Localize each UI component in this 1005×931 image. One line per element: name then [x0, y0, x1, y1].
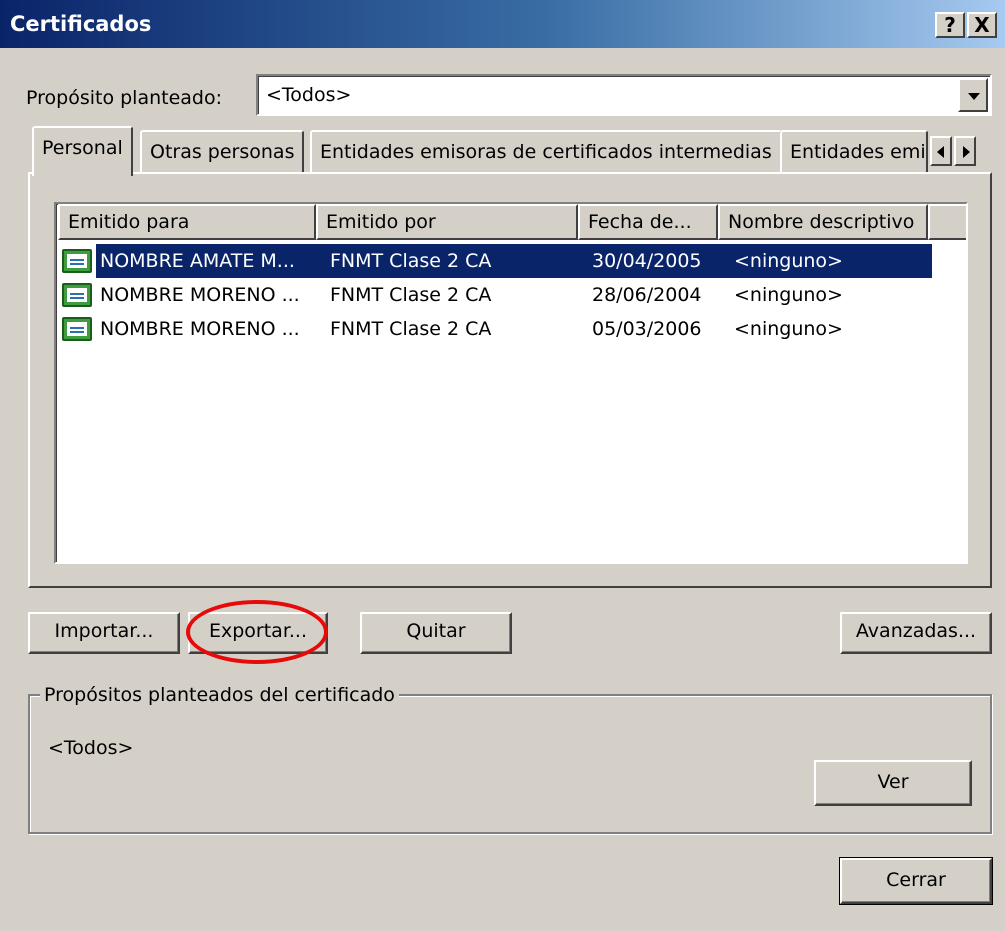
column-header-friendly-name[interactable]: Nombre descriptivo	[718, 204, 928, 240]
import-button[interactable]: Importar...	[28, 612, 180, 654]
certificate-list[interactable]: Emitido para Emitido por Fecha de... Nom…	[54, 202, 968, 564]
table-row[interactable]: NOMBRE AMATE M... FNMT Clase 2 CA 30/04/…	[58, 244, 934, 278]
purpose-label: Propósito planteado:	[26, 87, 223, 109]
help-icon: ?	[944, 13, 956, 37]
cell-friendly-name: <ninguno>	[734, 318, 843, 340]
certificate-icon	[62, 249, 92, 273]
dropdown-arrow-button[interactable]	[958, 78, 988, 112]
arrow-right-icon	[963, 146, 970, 158]
tab-scroll-right-button[interactable]	[954, 136, 976, 166]
purpose-value: <Todos>	[266, 84, 352, 106]
column-header-issued-by[interactable]: Emitido por	[316, 204, 578, 240]
column-header-date[interactable]: Fecha de...	[578, 204, 718, 240]
tab-entidades-emisoras[interactable]: Entidades emi	[780, 130, 928, 174]
title-bar[interactable]: Certificados ? X	[0, 0, 1005, 48]
certificate-purposes-value: <Todos>	[48, 737, 134, 759]
certificate-icon	[62, 283, 92, 307]
certificate-purposes-legend: Propósitos planteados del certificado	[40, 683, 399, 707]
close-button[interactable]: Cerrar	[840, 858, 992, 904]
cell-date: 30/04/2005	[592, 250, 702, 272]
cell-issued-to: NOMBRE AMATE M...	[100, 250, 295, 272]
tab-personal[interactable]: Personal	[32, 126, 133, 176]
table-row[interactable]: NOMBRE MORENO ... FNMT Clase 2 CA 05/03/…	[58, 312, 934, 346]
cell-issued-by: FNMT Clase 2 CA	[330, 284, 492, 306]
cell-date: 05/03/2006	[592, 318, 702, 340]
tab-intermediate-cas[interactable]: Entidades emisoras de certificados inter…	[310, 130, 782, 174]
tab-scroll-left-button[interactable]	[930, 136, 952, 166]
close-icon: X	[974, 13, 990, 37]
column-header-filler	[928, 204, 966, 240]
window-title: Certificados	[10, 12, 152, 36]
column-header-issued-to[interactable]: Emitido para	[58, 204, 316, 240]
remove-button[interactable]: Quitar	[360, 612, 512, 654]
cell-friendly-name: <ninguno>	[734, 284, 843, 306]
export-highlight-circle	[186, 600, 328, 664]
table-row[interactable]: NOMBRE MORENO ... FNMT Clase 2 CA 28/06/…	[58, 278, 934, 312]
purpose-dropdown[interactable]: <Todos>	[256, 74, 992, 116]
view-button[interactable]: Ver	[814, 760, 972, 806]
close-window-button[interactable]: X	[967, 12, 997, 38]
cell-date: 28/06/2004	[592, 284, 702, 306]
certificate-icon	[62, 317, 92, 341]
cell-issued-by: FNMT Clase 2 CA	[330, 318, 492, 340]
help-button[interactable]: ?	[935, 12, 965, 38]
tab-otras-personas[interactable]: Otras personas	[140, 130, 305, 174]
cell-issued-to: NOMBRE MORENO ...	[100, 284, 300, 306]
advanced-button[interactable]: Avanzadas...	[840, 612, 992, 654]
chevron-down-icon	[968, 93, 980, 100]
cell-issued-to: NOMBRE MORENO ...	[100, 318, 300, 340]
cell-issued-by: FNMT Clase 2 CA	[330, 250, 492, 272]
arrow-left-icon	[937, 146, 944, 158]
cell-friendly-name: <ninguno>	[734, 250, 843, 272]
